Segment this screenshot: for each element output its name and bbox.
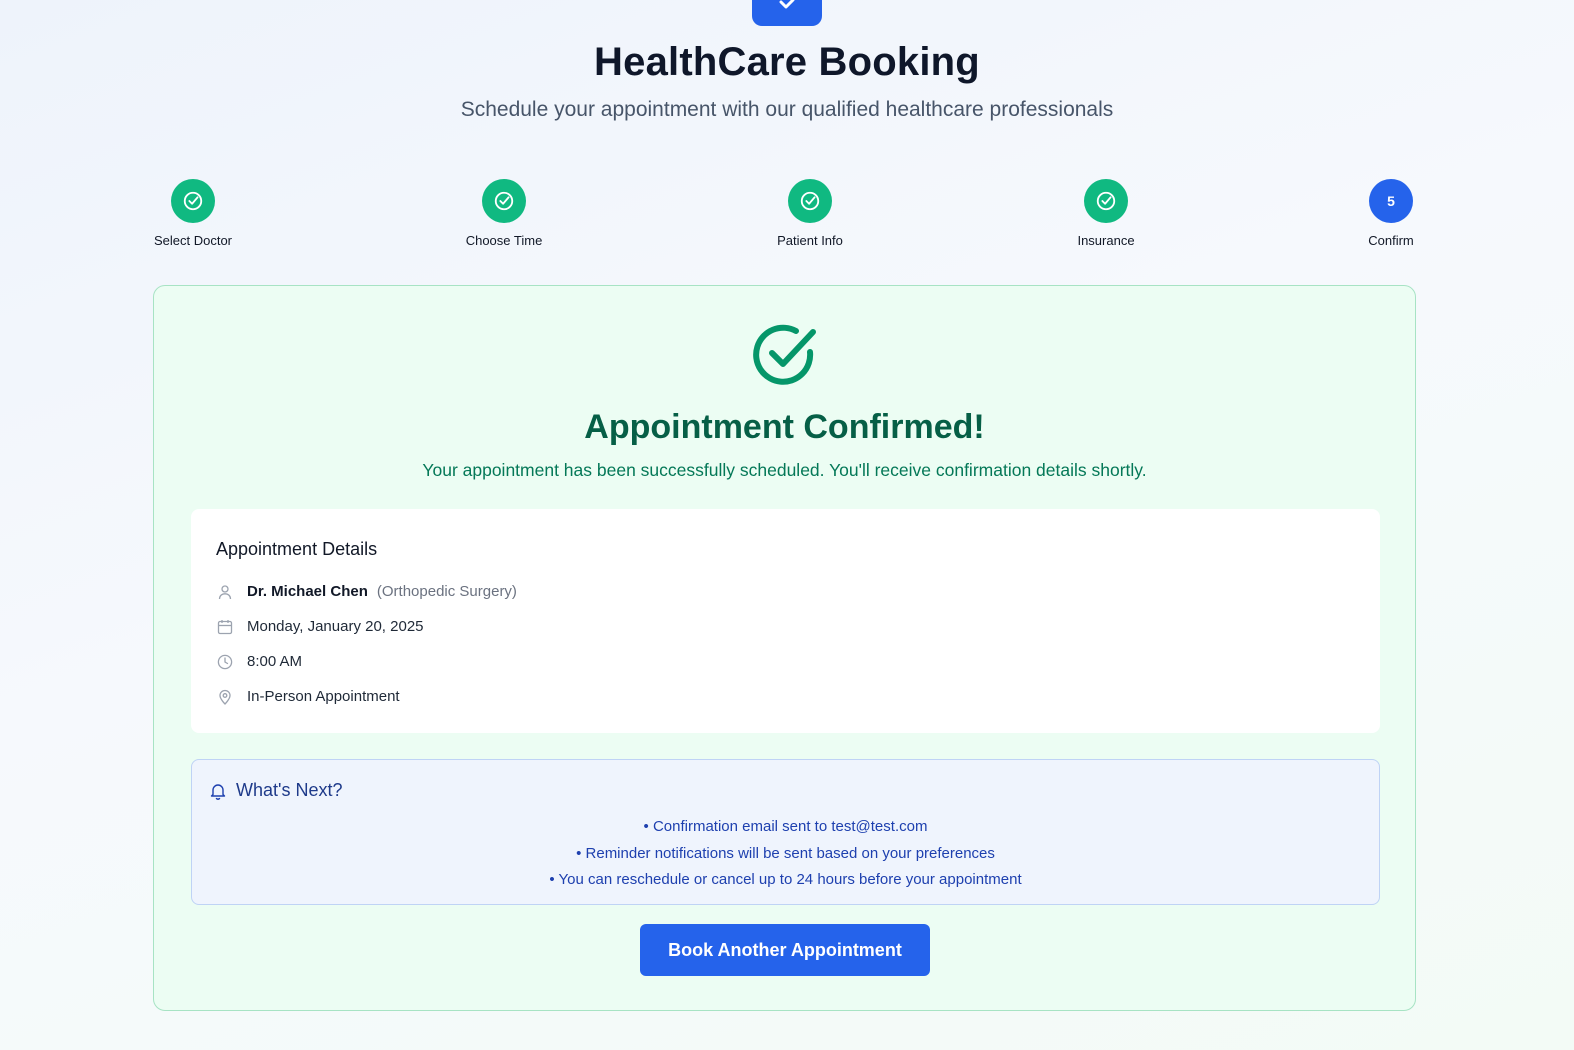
step-confirm[interactable]: 5 Confirm xyxy=(1321,179,1461,248)
step-label: Insurance xyxy=(1077,233,1135,248)
confirmation-title: Appointment Confirmed! xyxy=(584,408,985,446)
appointment-type: In-Person Appointment xyxy=(247,688,400,705)
step-label: Select Doctor xyxy=(153,233,233,248)
appointment-details-panel: Appointment Details Dr. Michael Chen (Or… xyxy=(191,509,1380,733)
whats-next-list: • Confirmation email sent to test@test.c… xyxy=(192,814,1379,894)
calendar-icon xyxy=(216,618,234,636)
map-pin-icon xyxy=(216,688,234,706)
confirmation-card: Appointment Confirmed! Your appointment … xyxy=(153,285,1416,1011)
whats-next-heading: What's Next? xyxy=(236,780,343,800)
user-icon xyxy=(216,583,234,601)
detail-type-row: In-Person Appointment xyxy=(216,679,1355,714)
step-label: Confirm xyxy=(1368,233,1414,248)
detail-time-row: 8:00 AM xyxy=(216,644,1355,679)
step-label: Choose Time xyxy=(465,233,543,248)
check-circle-icon xyxy=(800,191,820,211)
detail-date-row: Monday, January 20, 2025 xyxy=(216,609,1355,644)
clock-icon xyxy=(216,653,234,671)
step-label: Patient Info xyxy=(777,233,843,248)
step-choose-time[interactable]: Choose Time xyxy=(434,179,574,248)
step-completed-indicator xyxy=(1084,179,1128,223)
appointment-time: 8:00 AM xyxy=(247,653,303,670)
step-number-badge: 5 xyxy=(1369,179,1413,223)
bell-icon xyxy=(210,782,226,800)
step-completed-indicator xyxy=(171,179,215,223)
book-another-button[interactable]: Book Another Appointment xyxy=(640,924,930,976)
check-circle-icon xyxy=(753,324,816,385)
details-heading: Appointment Details xyxy=(216,539,378,559)
doctor-name: Dr. Michael Chen xyxy=(247,583,368,600)
check-circle-icon xyxy=(1096,191,1116,211)
page-subtitle: Schedule your appointment with our quali… xyxy=(460,98,1114,121)
check-circle-icon xyxy=(183,191,203,211)
step-patient-info[interactable]: Patient Info xyxy=(740,179,880,248)
step-select-doctor[interactable]: Select Doctor xyxy=(123,179,263,248)
doctor-specialty: (Orthopedic Surgery) xyxy=(376,583,517,600)
whats-next-panel: What's Next? • Confirmation email sent t… xyxy=(191,759,1380,905)
detail-doctor-row: Dr. Michael Chen (Orthopedic Surgery) xyxy=(216,574,1355,609)
check-icon xyxy=(779,0,795,9)
list-item: • Confirmation email sent to test@test.c… xyxy=(643,818,928,835)
whats-next-header: What's Next? xyxy=(210,780,342,801)
app-logo xyxy=(752,0,822,26)
list-item: • Reminder notifications will be sent ba… xyxy=(576,844,995,862)
step-completed-indicator xyxy=(482,179,526,223)
list-item: • You can reschedule or cancel up to 24 … xyxy=(549,871,1022,888)
page-title: HealthCare Booking xyxy=(594,40,980,84)
step-completed-indicator xyxy=(788,179,832,223)
check-circle-icon xyxy=(494,191,514,211)
confirmation-message: Your appointment has been successfully s… xyxy=(422,460,1147,480)
appointment-date: Monday, January 20, 2025 xyxy=(247,618,424,635)
step-insurance[interactable]: Insurance xyxy=(1036,179,1176,248)
